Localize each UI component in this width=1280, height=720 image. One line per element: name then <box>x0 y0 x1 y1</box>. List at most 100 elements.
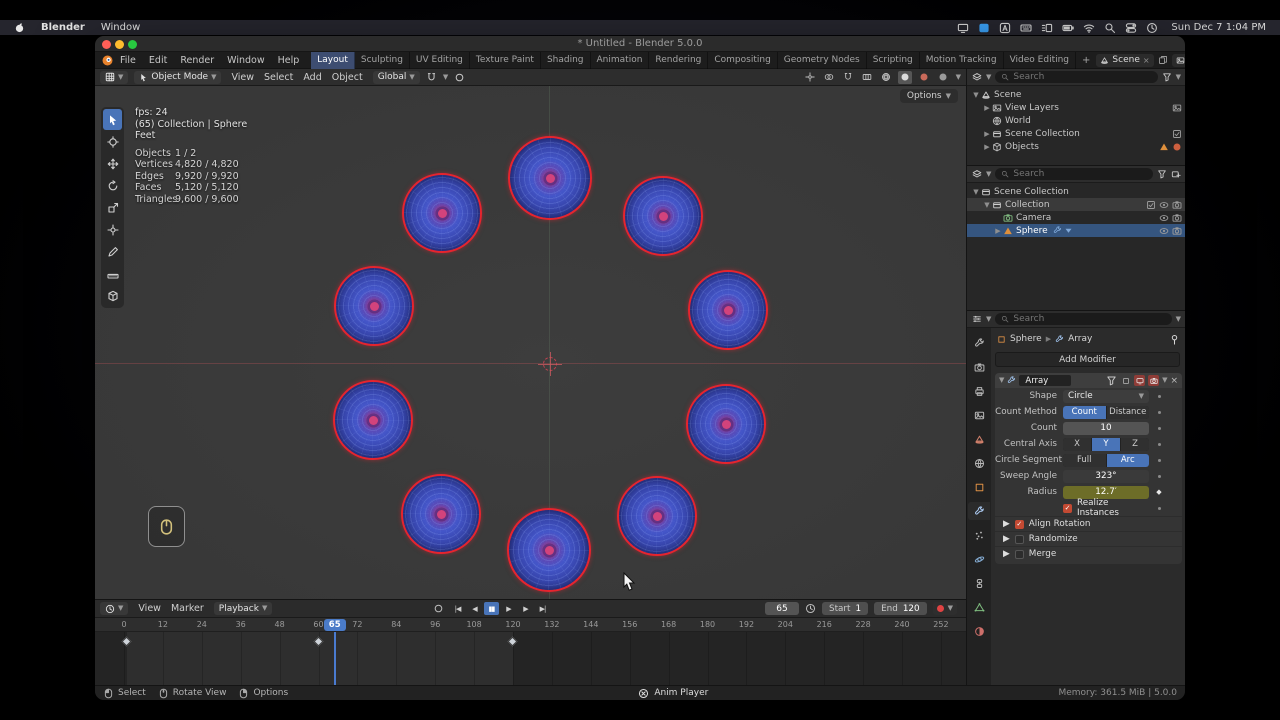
eye-icon[interactable] <box>1159 226 1169 236</box>
editor-type-selector[interactable]: ▼ <box>100 70 129 84</box>
decorator-dot[interactable] <box>1149 410 1169 414</box>
tool-cursor[interactable] <box>103 131 122 152</box>
workspace-tab-texture-paint[interactable]: Texture Paint <box>470 51 541 69</box>
new-scene-icon[interactable] <box>1158 55 1168 65</box>
viewport-menu-view[interactable]: View <box>231 72 254 83</box>
array-sphere-10[interactable] <box>507 508 591 592</box>
breadcrumb-modifier[interactable]: Array <box>1068 334 1092 344</box>
workspace-tab-rendering[interactable]: Rendering <box>649 51 709 69</box>
filter-icon[interactable] <box>1162 72 1172 82</box>
properties-tab-render[interactable] <box>968 358 990 376</box>
disclosure-right-icon[interactable]: ▶ <box>982 143 992 151</box>
slider-field-sweep-angle[interactable]: 323° <box>1063 469 1149 483</box>
viewport-menu-add[interactable]: Add <box>303 72 321 83</box>
camera-photo-icon[interactable] <box>1172 200 1182 210</box>
workspace-tab-scripting[interactable]: Scripting <box>867 51 920 69</box>
outliner1-row-view-layers[interactable]: ▶ View Layers <box>967 101 1185 114</box>
timeline-editor-selector[interactable]: ▼ <box>100 602 129 615</box>
segment-option-arc[interactable]: Arc <box>1106 453 1149 467</box>
viewlayer-selector[interactable]: ViewLayer × <box>1171 53 1185 67</box>
properties-tab-world[interactable] <box>968 454 990 472</box>
modifier-editmode-toggle-icon[interactable] <box>1120 375 1131 386</box>
overlays-icon[interactable] <box>822 71 836 84</box>
modifier-panel-header[interactable]: ▼ Array ▼ × <box>995 373 1182 388</box>
play-button[interactable]: ▶ <box>501 602 516 615</box>
checkbox-icon[interactable] <box>1146 200 1156 210</box>
number-field-count[interactable]: 10 <box>1063 421 1149 435</box>
modifier-extras-chevron-icon[interactable]: ▼ <box>1162 377 1167 384</box>
topbar-menu-file[interactable]: File <box>120 55 136 66</box>
stage-manager-icon[interactable] <box>1041 22 1053 34</box>
decorator-dot[interactable] <box>1149 426 1169 430</box>
zoom-window-button[interactable] <box>128 40 137 49</box>
battery-icon[interactable] <box>1062 22 1075 34</box>
properties-tab-modifiers[interactable] <box>968 502 990 520</box>
shading-wireframe-icon[interactable] <box>879 71 893 84</box>
dropdown-shape[interactable]: Circle ▼ <box>1063 389 1149 403</box>
scene-selector[interactable]: Scene × <box>1096 53 1154 67</box>
properties-tab-constraints[interactable] <box>968 574 990 592</box>
workspace-tab-animation[interactable]: Animation <box>591 51 650 69</box>
checkbox-align-rotation[interactable]: ✓ <box>1014 519 1024 529</box>
outliner2-row-scene-collection[interactable]: ▼ Scene Collection <box>967 185 1185 198</box>
mouse-nav-widget[interactable] <box>148 506 185 547</box>
array-sphere-5[interactable] <box>688 270 768 350</box>
disclosure-right-icon[interactable]: ▶ <box>982 130 992 138</box>
properties-tab-tool[interactable] <box>968 334 990 352</box>
subpanel-merge[interactable]: ▶ Merge <box>995 546 1182 561</box>
disclosure-down-icon[interactable]: ▼ <box>982 201 992 209</box>
magnet-icon[interactable] <box>841 71 855 84</box>
decorator-diamond[interactable]: ◆ <box>1149 488 1169 496</box>
playhead-line[interactable] <box>333 632 336 686</box>
checkbox-row-realize-instances[interactable]: ✓ Realize Instances <box>1063 498 1149 518</box>
gizmo-icon[interactable] <box>803 71 817 84</box>
properties-search[interactable]: Search <box>995 313 1172 325</box>
timeline-tracks[interactable] <box>95 632 966 686</box>
mode-selector[interactable]: Object Mode ▼ <box>134 70 222 84</box>
disclosure-right-icon[interactable]: ▶ <box>1003 549 1010 559</box>
array-sphere-4[interactable] <box>334 266 414 346</box>
modifier-filter-icon[interactable] <box>1106 375 1117 386</box>
decorator-dot[interactable] <box>1149 506 1169 510</box>
input-source-icon[interactable] <box>999 22 1011 34</box>
camera-photo-icon[interactable] <box>1172 213 1182 223</box>
screen-sharing-icon[interactable] <box>978 22 990 34</box>
array-sphere-7[interactable] <box>686 384 766 464</box>
timeline-ruler[interactable]: 0 12 24 36 48 60 72 84 96 108 120 132 144 156 168 180 19… <box>95 618 966 632</box>
properties-tab-viewlayer[interactable] <box>968 406 990 424</box>
workspace-tab-sculpting[interactable]: Sculpting <box>355 51 410 69</box>
modifier-render-toggle-icon[interactable] <box>1148 375 1160 386</box>
array-sphere-8[interactable] <box>401 474 481 554</box>
playhead-frame-chip[interactable]: 65 <box>323 619 346 631</box>
workspace-tab-geometry-nodes[interactable]: Geometry Nodes <box>778 51 867 69</box>
segment-option-y[interactable]: Y <box>1092 437 1120 451</box>
segment-option-z[interactable]: Z <box>1121 437 1149 451</box>
new-collection-icon[interactable] <box>1171 169 1181 179</box>
properties-tab-data[interactable] <box>968 598 990 616</box>
disclosure-right-icon[interactable]: ▶ <box>993 227 1003 235</box>
viewport-menu-object[interactable]: Object <box>332 72 363 83</box>
current-frame-field[interactable]: 65 <box>764 602 799 615</box>
tool-transform[interactable] <box>103 219 122 240</box>
properties-tab-scene[interactable] <box>968 430 990 448</box>
array-sphere-6[interactable] <box>333 380 413 460</box>
orientation-selector[interactable]: Global ▼ <box>372 70 420 84</box>
segment-option-count[interactable]: Count <box>1063 405 1106 419</box>
auto-keyframe-icon[interactable] <box>433 603 444 614</box>
topbar-menu-edit[interactable]: Edit <box>149 55 167 66</box>
disclosure-right-icon[interactable]: ▶ <box>982 104 992 112</box>
slider-field-radius[interactable]: 12.7′ <box>1063 485 1149 499</box>
add-workspace-button[interactable]: + <box>1076 52 1096 69</box>
preview-range-clock-icon[interactable] <box>805 603 816 614</box>
tool-annotate[interactable] <box>103 241 122 262</box>
tool-rotate[interactable] <box>103 175 122 196</box>
shading-rendered-icon[interactable] <box>936 71 950 84</box>
array-sphere-3[interactable] <box>623 176 703 256</box>
eye-icon[interactable] <box>1159 200 1169 210</box>
workspace-tab-compositing[interactable]: Compositing <box>708 51 778 69</box>
shading-material-icon[interactable] <box>917 71 931 84</box>
shading-solid-icon[interactable] <box>897 70 912 84</box>
tool-move[interactable] <box>103 153 122 174</box>
disclosure-down-icon[interactable]: ▼ <box>971 188 981 196</box>
outliner1-row-objects[interactable]: ▶ Objects <box>967 140 1185 153</box>
